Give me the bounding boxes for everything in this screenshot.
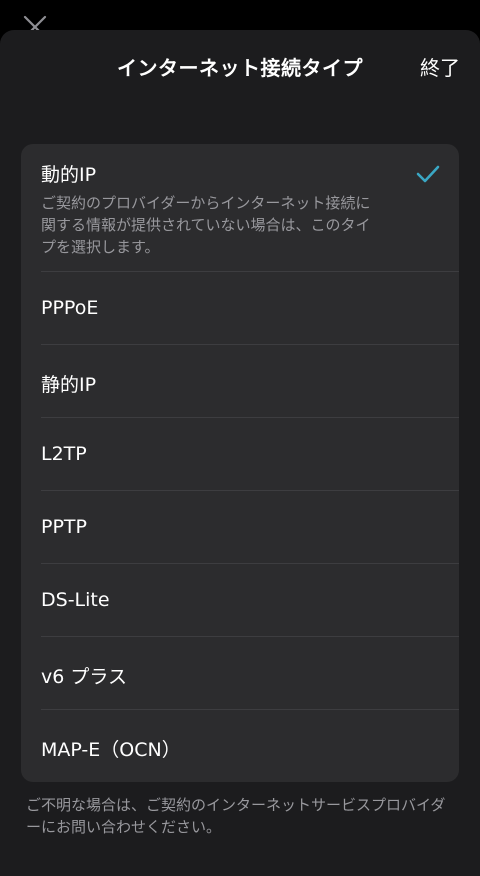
option-dynamic-ip[interactable]: 動的IP ご契約のプロバイダーからインターネット接続に関する情報が提供されていな… [21,144,459,271]
connection-type-sheet: インターネット接続タイプ 終了 動的IP ご契約のプロバイダーからインターネット… [0,30,480,876]
help-note: ご不明な場合は、ご契約のインターネットサービスプロバイダーにお問い合わせください… [26,796,446,836]
screen: インターネット接続タイプ 終了 動的IP ご契約のプロバイダーからインターネット… [0,0,480,876]
checkmark-icon [415,164,441,184]
option-ds-lite[interactable]: DS-Lite [21,564,459,636]
option-label: DS-Lite [41,589,110,611]
option-map-e-ocn[interactable]: MAP-E（OCN） [21,710,459,782]
option-label: PPTP [41,516,87,538]
option-label: v6 プラス [41,666,127,688]
done-button[interactable]: 終了 [420,52,460,81]
option-label: 静的IP [41,374,97,396]
option-l2tp[interactable]: L2TP [21,418,459,490]
option-v6-plus[interactable]: v6 プラス [21,637,459,709]
option-static-ip[interactable]: 静的IP [21,345,459,417]
sheet-header: インターネット接続タイプ 終了 [0,30,480,102]
option-pptp[interactable]: PPTP [21,491,459,563]
option-description: ご契約のプロバイダーからインターネット接続に関する情報が提供されていない場合は、… [41,194,371,256]
option-label: 動的IP [41,164,97,186]
option-pppoe[interactable]: PPPoE [21,272,459,344]
option-label: L2TP [41,443,87,465]
option-label: PPPoE [41,297,99,319]
option-label: MAP-E（OCN） [41,739,181,761]
page-title: インターネット接続タイプ [117,56,363,80]
connection-type-list: 動的IP ご契約のプロバイダーからインターネット接続に関する情報が提供されていな… [21,144,459,782]
